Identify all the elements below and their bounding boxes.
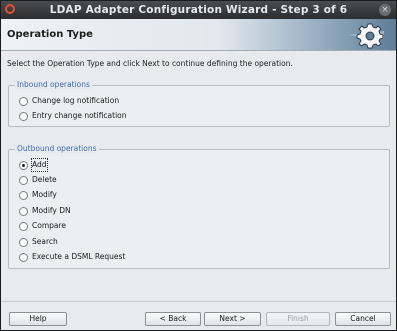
radio-label: Search [32,237,58,246]
radio-button[interactable] [19,222,28,231]
outbound-operations-group: Outbound operations Add Delete Modify Mo… [8,144,390,269]
gear-icon [348,23,384,49]
wizard-window: LDAP Adapter Configuration Wizard - Step… [0,0,397,331]
outbound-legend: Outbound operations [15,144,99,153]
title-bar[interactable]: LDAP Adapter Configuration Wizard - Step… [1,1,396,19]
instruction-text: Select the Operation Type and click Next… [7,59,293,68]
help-button[interactable]: Help [9,312,67,326]
radio-label: Delete [32,175,57,184]
radio-label: Modify [32,190,57,199]
radio-button[interactable] [19,238,28,247]
wizard-header: Operation Type [1,19,396,51]
finish-button[interactable]: Finish [266,312,330,326]
radio-label: Entry change notification [32,111,127,120]
page-title: Operation Type [7,29,93,40]
radio-label: Compare [32,221,67,230]
button-bar-divider [1,301,396,302]
radio-button[interactable] [19,112,28,121]
radio-button[interactable] [19,253,28,262]
inbound-legend: Inbound operations [15,80,92,89]
radio-button-selected[interactable] [19,161,28,170]
radio-label: Add [31,158,48,172]
radio-button[interactable] [19,207,28,216]
radio-button[interactable] [19,97,28,106]
radio-label: Modify DN [32,206,71,215]
next-button[interactable]: Next > [204,312,261,326]
radio-label: Change log notification [32,96,120,105]
cancel-button[interactable]: Cancel [335,312,391,326]
back-button[interactable]: < Back [145,312,201,326]
radio-button[interactable] [19,176,28,185]
radio-button[interactable] [19,191,28,200]
window-title: LDAP Adapter Configuration Wizard - Step… [49,4,348,16]
close-button[interactable]: × [379,4,391,16]
inbound-operations-group: Inbound operations Change log notificati… [8,80,390,127]
radio-label: Execute a DSML Request [32,252,126,261]
